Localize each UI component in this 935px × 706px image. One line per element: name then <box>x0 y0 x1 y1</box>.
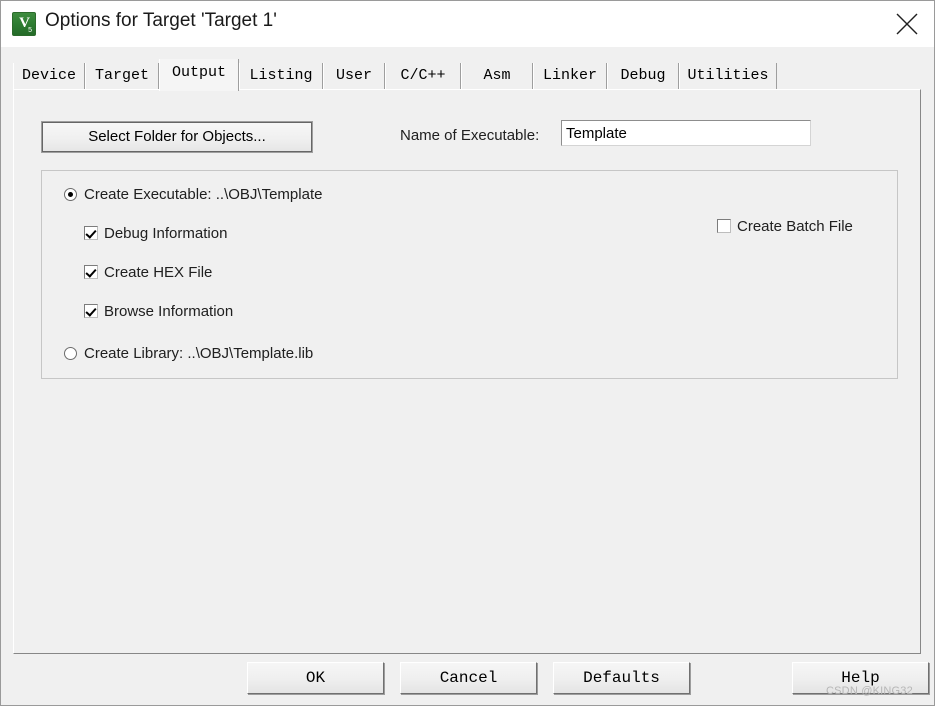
tab-device[interactable]: Device <box>13 63 85 89</box>
uvision-logo-subscript: 5 <box>28 27 32 34</box>
checkbox-checked-icon[interactable] <box>84 226 98 240</box>
debug-information-label: Debug Information <box>104 225 228 242</box>
defaults-button[interactable]: Defaults <box>553 662 690 694</box>
tab-user[interactable]: User <box>323 63 385 89</box>
checkbox-checked-icon[interactable] <box>84 265 98 279</box>
checkbox-unchecked-icon[interactable] <box>717 219 731 233</box>
tab-output[interactable]: Output <box>159 59 239 91</box>
tab-target[interactable]: Target <box>85 63 159 89</box>
create-hex-file-label: Create HEX File <box>104 264 213 281</box>
radio-unselected-icon[interactable] <box>64 347 77 360</box>
tab-strip: Device Target Output Listing User C/C++ … <box>13 59 923 91</box>
radio-selected-icon[interactable] <box>64 188 77 201</box>
uvision-logo-icon: V 5 <box>12 12 36 36</box>
create-batch-file-label: Create Batch File <box>737 218 853 235</box>
tab-asm[interactable]: Asm <box>461 63 533 89</box>
cancel-button[interactable]: Cancel <box>400 662 537 694</box>
tab-listing[interactable]: Listing <box>239 63 323 89</box>
create-executable-label: Create Executable: ..\OBJ\Template <box>84 186 323 203</box>
close-icon[interactable] <box>884 1 930 47</box>
select-folder-for-objects-button[interactable]: Select Folder for Objects... <box>41 121 313 153</box>
browse-information-label: Browse Information <box>104 303 234 320</box>
name-of-executable-input[interactable] <box>561 120 811 146</box>
tab-linker[interactable]: Linker <box>533 63 607 89</box>
tab-c-cpp[interactable]: C/C++ <box>385 63 461 89</box>
checkbox-checked-icon[interactable] <box>84 304 98 318</box>
options-dialog: V 5 Options for Target 'Target 1' Device… <box>0 0 935 706</box>
page-title: Options for Target 'Target 1' <box>45 10 277 31</box>
title-bar: V 5 Options for Target 'Target 1' <box>1 1 934 47</box>
tab-utilities[interactable]: Utilities <box>679 63 777 89</box>
output-options-group: Create Executable: ..\OBJ\Template Debug… <box>41 170 898 379</box>
help-button[interactable]: Help <box>792 662 929 694</box>
tab-debug[interactable]: Debug <box>607 63 679 89</box>
create-library-label: Create Library: ..\OBJ\Template.lib <box>84 345 314 362</box>
name-of-executable-label: Name of Executable: <box>400 127 540 144</box>
ok-button[interactable]: OK <box>247 662 384 694</box>
output-tab-panel: Select Folder for Objects... Name of Exe… <box>13 89 921 654</box>
close-icon-svg <box>896 13 918 35</box>
